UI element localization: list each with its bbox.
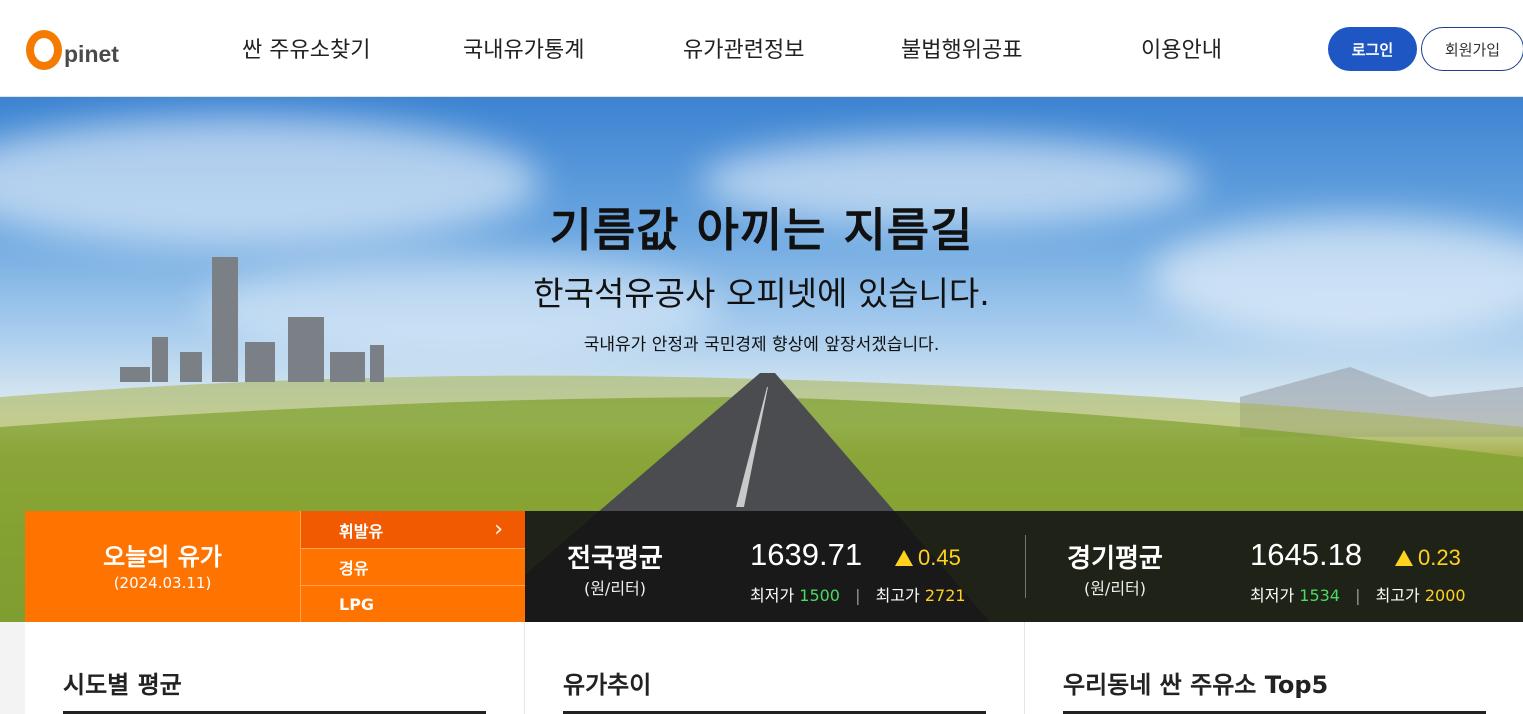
join-button[interactable]: 회원가입 [1421, 27, 1523, 71]
fuel-tab-diesel[interactable]: 경유 [300, 548, 525, 585]
separator: | [1355, 586, 1361, 605]
fuel-tab-gasoline[interactable]: 휘발유 › [300, 511, 525, 548]
min-label: 최저가 [750, 586, 795, 605]
today-price-bar: 오늘의 유가 (2024.03.11) 휘발유 › 경유 LPG 전국평균 (원… [25, 511, 1523, 622]
regional-minmax: 최저가 1534 | 최고가 2000 [1250, 582, 1466, 606]
separator: | [855, 586, 861, 605]
national-change: 0.45 [895, 545, 961, 571]
logo-o-mark [26, 30, 62, 70]
today-price-date: (2024.03.11) [113, 574, 212, 592]
nav-usage-guide[interactable]: 이용안내 [1141, 32, 1222, 64]
up-triangle-icon [1395, 550, 1413, 566]
card-sido-average: 시도별 평균 [25, 622, 525, 714]
today-price-box: 오늘의 유가 (2024.03.11) [25, 511, 300, 622]
site-header: pinet 싼 주유소찾기 국내유가통계 유가관련정보 불법행위공표 이용안내 … [0, 0, 1523, 97]
nav-oil-info[interactable]: 유가관련정보 [683, 32, 804, 64]
max-label: 최고가 [875, 586, 920, 605]
regional-unit: (원/리터) [1083, 579, 1147, 598]
card-price-trend: 유가추이 [525, 622, 1025, 714]
card-title[interactable]: 유가추이 [563, 665, 651, 700]
regional-change: 0.23 [1395, 545, 1461, 571]
chevron-right-icon: › [494, 517, 503, 542]
nav-cheap-station[interactable]: 싼 주유소찾기 [242, 32, 370, 64]
card-title[interactable]: 우리동네 싼 주유소 Top5 [1063, 665, 1328, 700]
fuel-tab-lpg[interactable]: LPG [300, 585, 525, 622]
national-avg-label: 전국평균 [567, 544, 663, 574]
logo-text: pinet [64, 41, 119, 67]
login-button[interactable]: 로그인 [1328, 27, 1417, 71]
fuel-tab-label: 경유 [339, 559, 369, 578]
divider [1025, 535, 1026, 598]
fuel-tab-label: 휘발유 [339, 521, 384, 541]
opinet-logo[interactable]: pinet [26, 22, 119, 70]
regional-max: 2000 [1424, 586, 1466, 605]
card-cheap-top5: 우리동네 싼 주유소 Top5 [1025, 622, 1523, 714]
fuel-tab-label: LPG [339, 594, 375, 614]
national-minmax: 최저가 1500 | 최고가 2721 [750, 582, 966, 606]
national-min: 1500 [799, 586, 840, 605]
regional-price: 1645.18 [1250, 537, 1363, 572]
national-unit: (원/리터) [583, 579, 647, 598]
card-title[interactable]: 시도별 평균 [63, 665, 182, 700]
nav-domestic-stats[interactable]: 국내유가통계 [463, 32, 584, 64]
regional-min: 1534 [1299, 586, 1340, 605]
national-price: 1639.71 [750, 537, 863, 572]
price-summary-panel: 전국평균 (원/리터) 1639.71 0.45 최저가 1500 | 최고가 … [525, 511, 1523, 622]
regional-avg-label: 경기평균 [1067, 544, 1163, 574]
today-price-title: 오늘의 유가 [103, 543, 222, 571]
up-triangle-icon [895, 550, 913, 566]
national-max: 2721 [924, 586, 966, 605]
national-change-value: 0.45 [918, 545, 961, 570]
regional-change-value: 0.23 [1418, 545, 1461, 570]
min-label: 최저가 [1250, 586, 1295, 605]
hero-title: 기름값 아끼는 지름길 [549, 203, 974, 257]
hero-subtitle: 한국석유공사 오피넷에 있습니다. [533, 274, 990, 313]
nav-illegal-disclosure[interactable]: 불법행위공표 [901, 32, 1022, 64]
max-label: 최고가 [1375, 586, 1420, 605]
fuel-tabs: 휘발유 › 경유 LPG [300, 511, 525, 622]
info-cards: 시도별 평균 유가추이 우리동네 싼 주유소 Top5 [25, 622, 1523, 714]
hero-tagline: 국내유가 안정과 국민경제 향상에 앞장서겠습니다. [583, 335, 940, 355]
